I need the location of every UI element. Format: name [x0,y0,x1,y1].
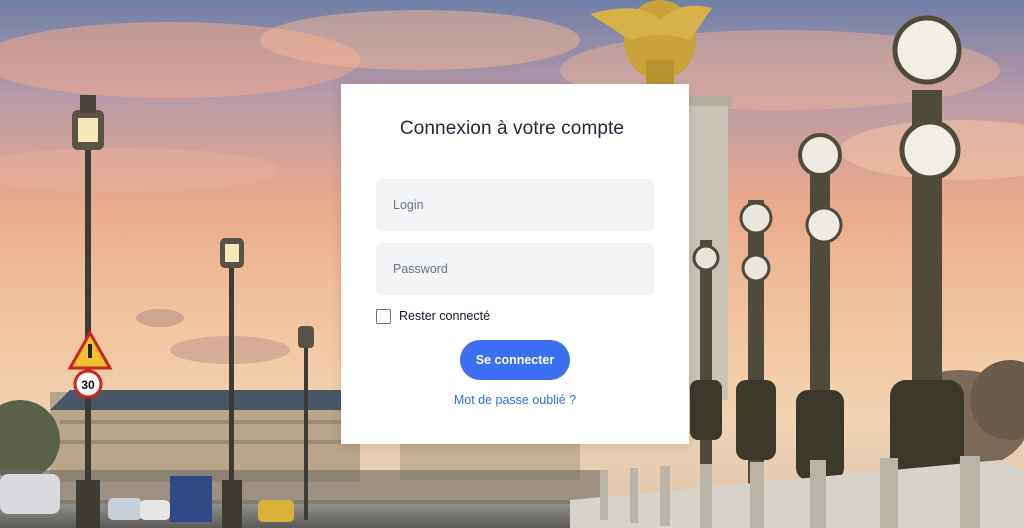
login-title: Connexion à votre compte [399,118,625,139]
remember-me-option[interactable]: Rester connecté [376,307,490,325]
remember-me-label: Rester connecté [399,309,491,323]
speed-limit-sign: 30 [81,378,95,392]
forgot-password-link[interactable]: Mot de passe oublié ? [341,393,689,407]
login-submit-button[interactable]: Se connecter [460,340,570,380]
password-input[interactable] [376,243,654,295]
remember-me-checkbox[interactable] [376,308,391,324]
login-input[interactable] [376,179,654,231]
